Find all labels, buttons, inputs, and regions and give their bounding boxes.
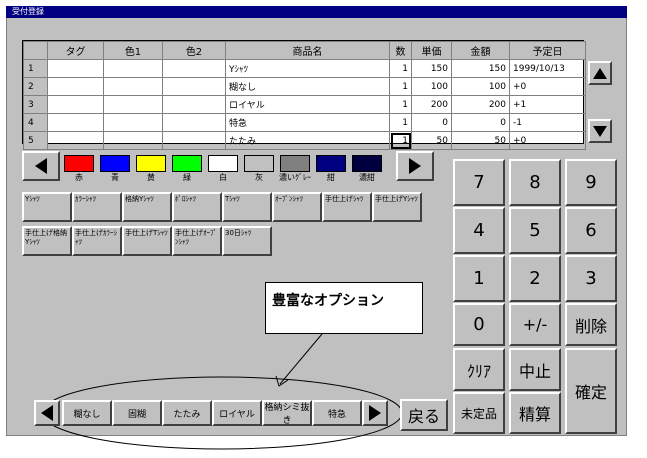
option-button[interactable]: たたみ bbox=[162, 400, 212, 426]
options-prev-button[interactable] bbox=[34, 400, 60, 426]
key-4[interactable]: 4 bbox=[453, 207, 505, 254]
clear-button[interactable]: ｸﾘｱ bbox=[453, 348, 505, 391]
key-1[interactable]: 1 bbox=[453, 255, 505, 302]
arrow-left-icon bbox=[41, 405, 53, 421]
confirm-button[interactable]: 確定 bbox=[565, 348, 617, 434]
option-button[interactable]: 特急 bbox=[312, 400, 362, 426]
key-0[interactable]: 0 bbox=[453, 303, 505, 346]
key-8[interactable]: 8 bbox=[509, 159, 561, 206]
key-9[interactable]: 9 bbox=[565, 159, 617, 206]
option-button[interactable]: 糊なし bbox=[62, 400, 112, 426]
cancel-button[interactable]: 中止 bbox=[509, 348, 561, 391]
key-3[interactable]: 3 bbox=[565, 255, 617, 302]
key-6[interactable]: 6 bbox=[565, 207, 617, 254]
checkout-button[interactable]: 精算 bbox=[509, 392, 561, 434]
key-5[interactable]: 5 bbox=[509, 207, 561, 254]
undetermined-item-button[interactable]: 未定品 bbox=[453, 392, 505, 434]
key-2[interactable]: 2 bbox=[509, 255, 561, 302]
option-button[interactable]: 固糊 bbox=[112, 400, 162, 426]
plus-minus-button[interactable]: +/- bbox=[509, 303, 561, 346]
option-button[interactable]: ロイヤル bbox=[212, 400, 262, 426]
delete-button[interactable]: 削除 bbox=[565, 303, 617, 346]
option-button[interactable]: 格納シミ抜き bbox=[262, 400, 312, 426]
options-next-button[interactable] bbox=[362, 400, 388, 426]
back-button[interactable]: 戻る bbox=[400, 399, 448, 431]
key-7[interactable]: 7 bbox=[453, 159, 505, 206]
arrow-right-icon bbox=[369, 405, 381, 421]
